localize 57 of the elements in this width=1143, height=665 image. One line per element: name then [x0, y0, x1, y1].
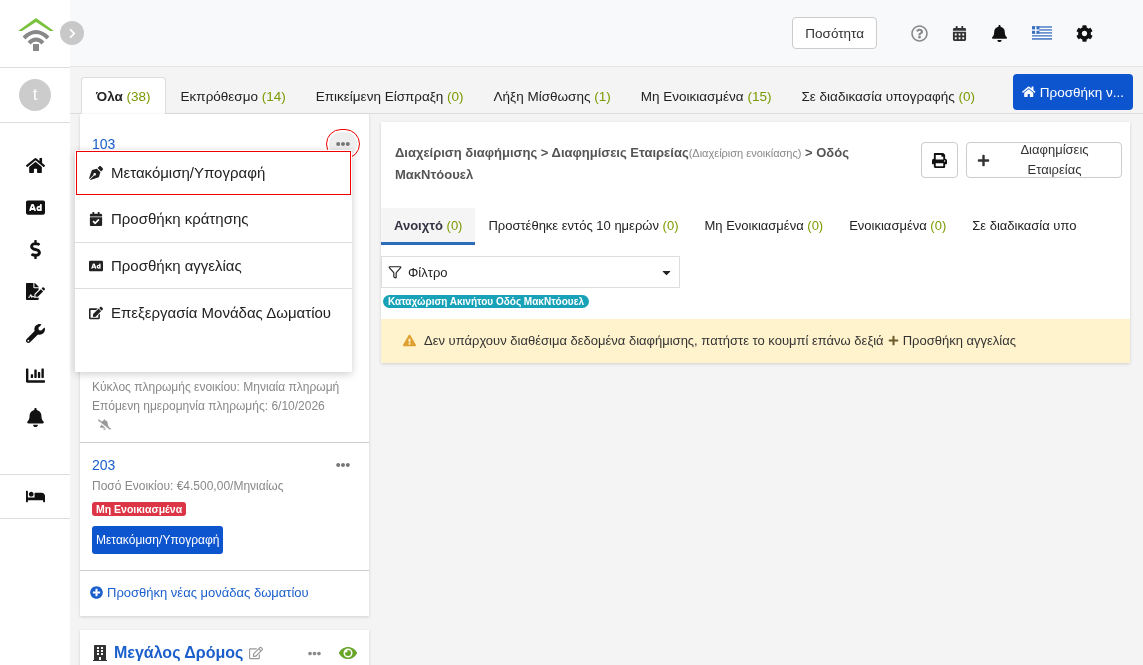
- bar-chart-icon[interactable]: [25, 366, 45, 385]
- unit-number[interactable]: 203: [92, 457, 116, 473]
- status-badge: Μη Ενοικιασμένα: [92, 502, 187, 516]
- status-tab[interactable]: Εκπρόθεσμο (14): [165, 77, 301, 114]
- home-icon[interactable]: [25, 156, 45, 175]
- unit-number[interactable]: 103: [92, 136, 116, 152]
- wrench-icon[interactable]: [25, 324, 45, 343]
- alert-text: Δεν υπάρχουν διαθέσιμα δεδομένα διαφήμισης, πατήστε το κουμπί επάνω δεξιά: [424, 333, 884, 348]
- status-tab[interactable]: Μη Ενοικιασμένα (15): [625, 77, 787, 114]
- warning-icon: [403, 334, 416, 347]
- move-in-button[interactable]: Μετακόμιση/Υπογραφή: [92, 526, 224, 554]
- listing-tab[interactable]: Σε διαδικασία υπο: [959, 208, 1090, 245]
- plus-icon: [887, 335, 899, 346]
- edit-icon[interactable]: [249, 646, 264, 660]
- eye-icon[interactable]: [339, 644, 357, 662]
- logo-icon: [16, 15, 56, 52]
- ad-icon[interactable]: [25, 198, 45, 217]
- print-button[interactable]: [921, 142, 958, 178]
- add-room-link[interactable]: Προσθήκη νέας μονάδας δωματίου: [80, 571, 369, 616]
- settings-icon[interactable]: [1076, 24, 1093, 42]
- plus-icon: [977, 153, 990, 167]
- unit-detail: Κύκλος πληρωμής ενοικίου: Μηνιαία πληρωμή: [92, 379, 341, 396]
- listing-tab[interactable]: Προστέθηκε εντός 10 ημερών (0): [475, 208, 692, 245]
- help-icon[interactable]: [911, 24, 928, 42]
- menu-item[interactable]: Προσθήκη κράτησης: [75, 196, 352, 242]
- greek-flag-icon[interactable]: [1032, 26, 1052, 40]
- filter-icon: [388, 265, 402, 279]
- edit-icon: [89, 306, 103, 320]
- calendar-icon[interactable]: [952, 25, 967, 41]
- listing-tab[interactable]: Μη Ενοικιασμένα (0): [691, 208, 837, 245]
- home-icon: [1022, 85, 1036, 99]
- alert-action-text: Προσθήκη αγγελίας: [902, 333, 1016, 348]
- pen-nib-icon: [89, 166, 103, 180]
- menu-item[interactable]: Μετακόμιση/Υπογραφή: [75, 150, 352, 196]
- add-property-button[interactable]: Προσθήκη ν...: [1013, 74, 1133, 110]
- listing-tab[interactable]: Ενοικιασμένα (0): [836, 208, 960, 245]
- filter-select[interactable]: Φίλτρο: [381, 256, 680, 288]
- company-ads-button[interactable]: Διαφημίσεις Εταιρείας: [966, 142, 1122, 178]
- menu-item[interactable]: Προσθήκη αγγελίας: [75, 242, 352, 288]
- status-tab[interactable]: Όλα (38): [81, 77, 166, 114]
- unit-detail: Επόμενη ημερομηνία πληρωμής: 6/10/2026: [92, 398, 326, 415]
- bell-icon[interactable]: [25, 408, 45, 427]
- building-icon: [92, 645, 108, 661]
- ad-icon: [89, 259, 103, 273]
- calendar-check-icon: [89, 212, 103, 226]
- printer-icon: [932, 152, 947, 168]
- bell-icon[interactable]: [991, 24, 1008, 42]
- file-signature-icon[interactable]: [25, 282, 45, 301]
- property-tag: Καταχώριση Ακινήτου Οδός ΜακΝτόουελ: [383, 295, 589, 308]
- quantity-button[interactable]: Ποσότητα: [792, 17, 877, 49]
- breadcrumb: Διαχείριση διαφήμισης > Διαφημίσεις Εταιρείας(Διαχείριση ενοικίασης) > Οδός ΜακΝτόουελ: [395, 144, 850, 184]
- listing-tab[interactable]: Ανοιχτό (0): [381, 208, 476, 245]
- status-tab[interactable]: Επικείμενη Είσπραξη (0): [300, 77, 479, 114]
- menu-item[interactable]: Επεξεργασία Μονάδας Δωματίου: [75, 288, 352, 372]
- status-tab[interactable]: Λήξη Μίσθωσης (1): [478, 77, 626, 114]
- unit-detail: Ποσό Ενοικίου: €4.500,00/Μηνιαίως: [92, 478, 285, 495]
- status-tab[interactable]: Σε διαδικασία υπογραφής (0): [786, 77, 990, 114]
